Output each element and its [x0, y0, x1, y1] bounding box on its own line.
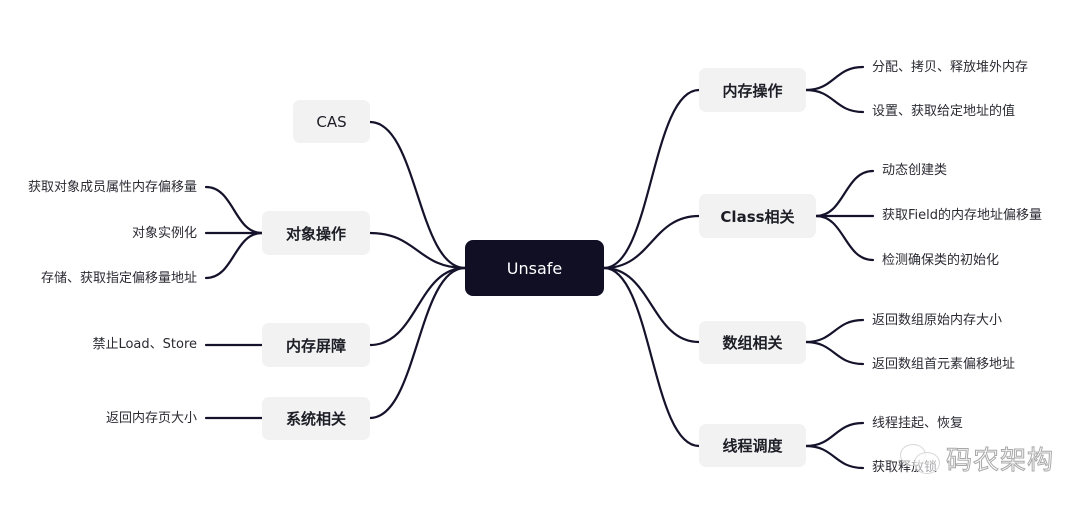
edge-root-left-2	[368, 266, 467, 347]
branch-label: CAS	[316, 112, 347, 131]
leaf-thread-park-unpark[interactable]: 线程挂起、恢复	[872, 416, 963, 432]
branch-node-thread[interactable]: 线程调度	[699, 424, 806, 467]
branch-node-class[interactable]: Class相关	[699, 194, 816, 238]
branch-node-system[interactable]: 系统相关	[262, 397, 370, 440]
edge-right-0-leaf-0	[804, 65, 865, 92]
leaf-object-field-offset[interactable]: 获取对象成员属性内存偏移量	[28, 180, 197, 196]
edge-left-1-leaf-2	[204, 231, 264, 280]
branch-node-memory-ops[interactable]: 内存操作	[699, 68, 806, 112]
edge-root-right-1	[602, 214, 701, 270]
branch-label: 内存操作	[722, 81, 783, 100]
branch-label: 线程调度	[722, 437, 783, 455]
leaf-class-ensure-init[interactable]: 检测确保类的初始化	[882, 253, 999, 269]
branch-node-memory-barrier[interactable]: 内存屏障	[262, 323, 370, 367]
branch-node-cas[interactable]: CAS	[293, 100, 370, 143]
root-label: Unsafe	[506, 258, 563, 278]
edge-right-1-leaf-2	[814, 214, 875, 262]
edge-root-left-0	[368, 120, 467, 270]
leaf-object-store-get[interactable]: 存储、获取指定偏移量地址	[41, 271, 197, 287]
edge-right-2-leaf-0	[804, 318, 865, 344]
branch-node-object-ops[interactable]: 对象操作	[262, 211, 370, 255]
branch-label: Class相关	[720, 207, 795, 226]
leaf-array-base-size[interactable]: 返回数组原始内存大小	[872, 313, 1002, 329]
branch-node-array[interactable]: 数组相关	[699, 321, 806, 364]
branch-label: 对象操作	[285, 224, 346, 243]
branch-label: 内存屏障	[285, 336, 346, 355]
edge-root-right-3	[602, 266, 701, 448]
edge-right-1-leaf-0	[814, 169, 875, 218]
leaf-system-page-size[interactable]: 返回内存页大小	[106, 411, 197, 427]
leaf-class-define[interactable]: 动态创建类	[882, 163, 947, 179]
branch-label: 系统相关	[285, 410, 346, 428]
leaf-barrier-load-store[interactable]: 禁止Load、Store	[92, 337, 197, 353]
watermark: 码农架构	[898, 440, 1054, 477]
branch-label: 数组相关	[722, 334, 783, 352]
leaf-class-field-offset[interactable]: 获取Field的内存地址偏移量	[882, 208, 1042, 224]
edge-root-right-2	[602, 266, 701, 344]
edge-right-0-leaf-1	[804, 88, 865, 114]
edge-right-3-leaf-1	[804, 444, 865, 470]
leaf-memory-set-get[interactable]: 设置、获取给定地址的值	[872, 104, 1015, 120]
leaf-memory-alloc[interactable]: 分配、拷贝、释放堆外内存	[872, 60, 1028, 76]
leaf-object-instantiate[interactable]: 对象实例化	[132, 226, 197, 242]
root-node-unsafe[interactable]: Unsafe	[465, 240, 604, 296]
watermark-text: 码农架构	[945, 446, 1055, 477]
edge-right-3-leaf-0	[804, 421, 865, 448]
edge-left-1-leaf-0	[204, 185, 264, 235]
leaf-array-base-offset[interactable]: 返回数组首元素偏移地址	[872, 357, 1015, 373]
edge-right-2-leaf-1	[804, 340, 865, 366]
wechat-icon	[898, 442, 944, 476]
